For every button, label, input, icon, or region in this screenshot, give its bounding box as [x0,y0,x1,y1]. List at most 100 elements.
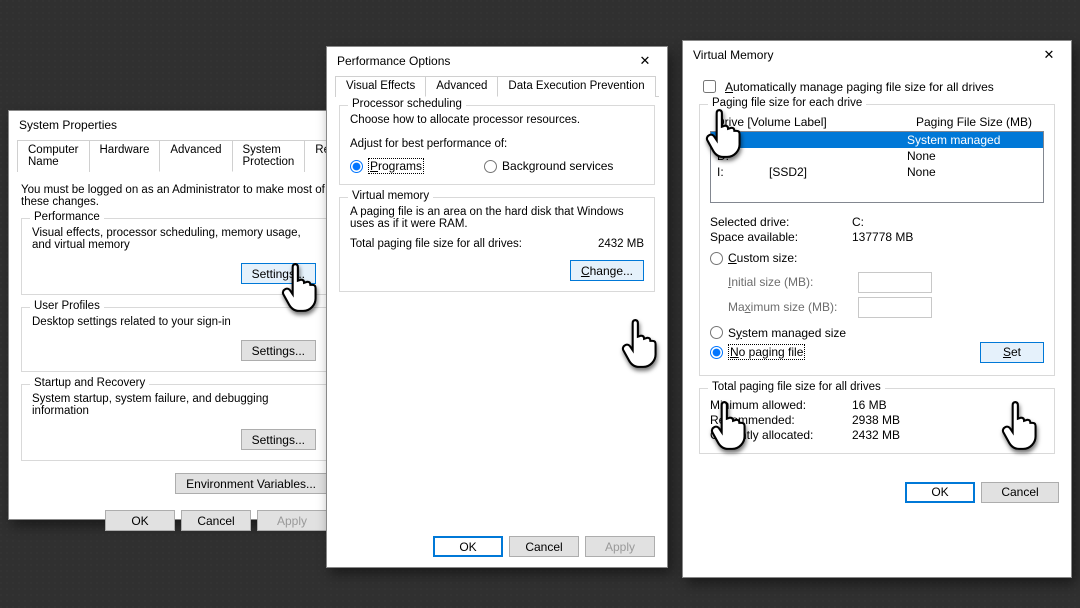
initial-size-label: Initial size (MB): [728,275,848,289]
group-title: Paging file size for each drive [708,97,866,109]
user-profiles-settings-button[interactable]: Settings... [241,340,316,361]
apply-button[interactable]: Apply [585,536,655,557]
performance-settings-button[interactable]: Settings... [241,263,316,284]
client-area: Automatically manage paging file size fo… [683,69,1071,474]
dialog-buttons: OK Cancel Apply [421,528,667,565]
window-title: System Properties [19,118,117,132]
radio-background-services[interactable]: Background services [484,158,613,174]
radio-system-managed-input[interactable] [710,326,723,339]
radio-bg-label: Background services [502,159,613,173]
radio-no-paging-file[interactable]: No paging file No paging file [710,344,805,360]
rec-label: Recommended: [710,413,840,427]
radio-programs[interactable]: PProgramsrograms [350,158,424,174]
group-title: Processor scheduling [348,98,466,110]
performance-options-window: Performance Options ✕ Visual Effects Adv… [326,46,668,568]
radio-programs-label: PProgramsrograms [368,158,424,174]
close-icon[interactable]: ✕ [1033,44,1065,66]
virtual-memory-window: Virtual Memory ✕ Automatically manage pa… [682,40,1072,578]
titlebar: System Properties [9,111,339,139]
group-title: Startup and Recovery [30,377,149,389]
radio-custom-size[interactable]: Custom size: Custom size: [710,251,797,265]
radio-no-paging-file-label: No paging file [728,344,805,360]
radio-bg-input[interactable] [484,160,497,173]
virtual-memory-group: Virtual memory A paging file is an area … [339,197,655,292]
vm-total-label: Total paging file size for all drives: [350,238,522,250]
close-icon[interactable]: ✕ [629,50,661,72]
totals-group: Total paging file size for all drives Mi… [699,388,1055,454]
adjust-label: Adjust for best performance of: [350,138,644,150]
window-title: Virtual Memory [693,48,773,62]
tab-system-protection[interactable]: System Protection [232,140,306,172]
group-title: Performance [30,211,104,223]
per-drive-group: Paging file size for each drive Drive [V… [699,104,1055,376]
apply-button[interactable]: Apply [257,510,327,531]
performance-group: Performance Visual effects, processor sc… [21,218,327,295]
group-title: Total paging file size for all drives [708,381,885,393]
performance-desc: Visual effects, processor scheduling, me… [32,227,316,251]
scheduling-desc: Choose how to allocate processor resourc… [350,114,644,126]
startup-desc: System startup, system failure, and debu… [32,393,316,417]
selected-drive: Selected drive: C: [710,215,1044,229]
titlebar: Virtual Memory ✕ [683,41,1071,69]
tab-visual-effects[interactable]: Visual Effects [335,76,426,97]
space-available: Space available: 137778 MB [710,230,1044,244]
tab-strip: Visual Effects Advanced Data Execution P… [335,75,659,97]
tab-computer-name[interactable]: Computer Name [17,140,90,172]
dialog-buttons: OK Cancel Apply [9,502,339,539]
group-title: User Profiles [30,300,104,312]
drive-row-i[interactable]: I: [SSD2] None [711,164,1043,180]
drive-row-c[interactable]: C: System managed [711,132,1043,148]
radio-system-managed[interactable]: System managed size System managed size [710,326,1044,340]
cur-label: Currently allocated: [710,428,840,442]
admin-note: You must be logged on as an Administrato… [21,184,327,208]
radio-custom-size-input[interactable] [710,252,723,265]
cancel-button[interactable]: Cancel [981,482,1059,503]
tab-strip: Computer Name Hardware Advanced System P… [17,139,331,172]
group-title: Virtual memory [348,190,433,202]
system-properties-window: System Properties Computer Name Hardware… [8,110,340,520]
auto-manage-checkbox[interactable]: Automatically manage paging file size fo… [699,77,1055,96]
radio-no-paging-file-input[interactable] [710,346,723,359]
environment-variables-button[interactable]: Environment Variables... [175,473,327,494]
initial-size-input[interactable] [858,272,932,293]
drive-row-d[interactable]: D: None [711,148,1043,164]
maximum-size-input[interactable] [858,297,932,318]
client-area: You must be logged on as an Administrato… [9,172,339,502]
radio-programs-input[interactable] [350,160,363,173]
radio-system-managed-label: System managed size [728,326,846,340]
set-button[interactable]: Set [980,342,1044,363]
ok-button[interactable]: OK [433,536,503,557]
titlebar: Performance Options ✕ [327,47,667,75]
processor-scheduling-group: Processor scheduling Choose how to alloc… [339,105,655,185]
ok-button[interactable]: OK [905,482,975,503]
min-label: Minimum allowed: [710,398,840,412]
window-title: Performance Options [337,54,450,68]
auto-manage-checkbox-input[interactable] [703,80,716,93]
cancel-button[interactable]: Cancel [181,510,251,531]
user-profiles-group: User Profiles Desktop settings related t… [21,307,327,372]
rec-value: 2938 MB [852,413,900,427]
maximum-size-label: Maximum size (MB): [728,300,848,314]
cur-value: 2432 MB [852,428,900,442]
cancel-button[interactable]: Cancel [509,536,579,557]
vm-desc: A paging file is an area on the hard dis… [350,206,644,230]
ok-button[interactable]: OK [105,510,175,531]
tab-hardware[interactable]: Hardware [89,140,161,172]
startup-settings-button[interactable]: Settings... [241,429,316,450]
tab-dep[interactable]: Data Execution Prevention [497,76,655,97]
drive-list-header: Drive [Volume Label] Paging File Size (M… [710,113,1044,131]
min-value: 16 MB [852,398,887,412]
radio-custom-size-label: Custom size: [728,251,797,265]
auto-manage-label: Automatically manage paging file size fo… [725,80,994,94]
change-button[interactable]: Change... [570,260,644,281]
tab-advanced[interactable]: Advanced [159,140,232,172]
tab-advanced[interactable]: Advanced [425,76,498,97]
drive-list[interactable]: C: System managed D: None I: [SSD2] None [710,131,1044,203]
client-area: Processor scheduling Choose how to alloc… [327,97,667,312]
user-profiles-desc: Desktop settings related to your sign-in [32,316,316,328]
startup-recovery-group: Startup and Recovery System startup, sys… [21,384,327,461]
dialog-buttons: OK Cancel [683,474,1071,511]
hdr-size: Paging File Size (MB) [916,115,1032,129]
hdr-drive: Drive [Volume Label] [716,115,916,129]
vm-total-value: 2432 MB [598,238,644,250]
